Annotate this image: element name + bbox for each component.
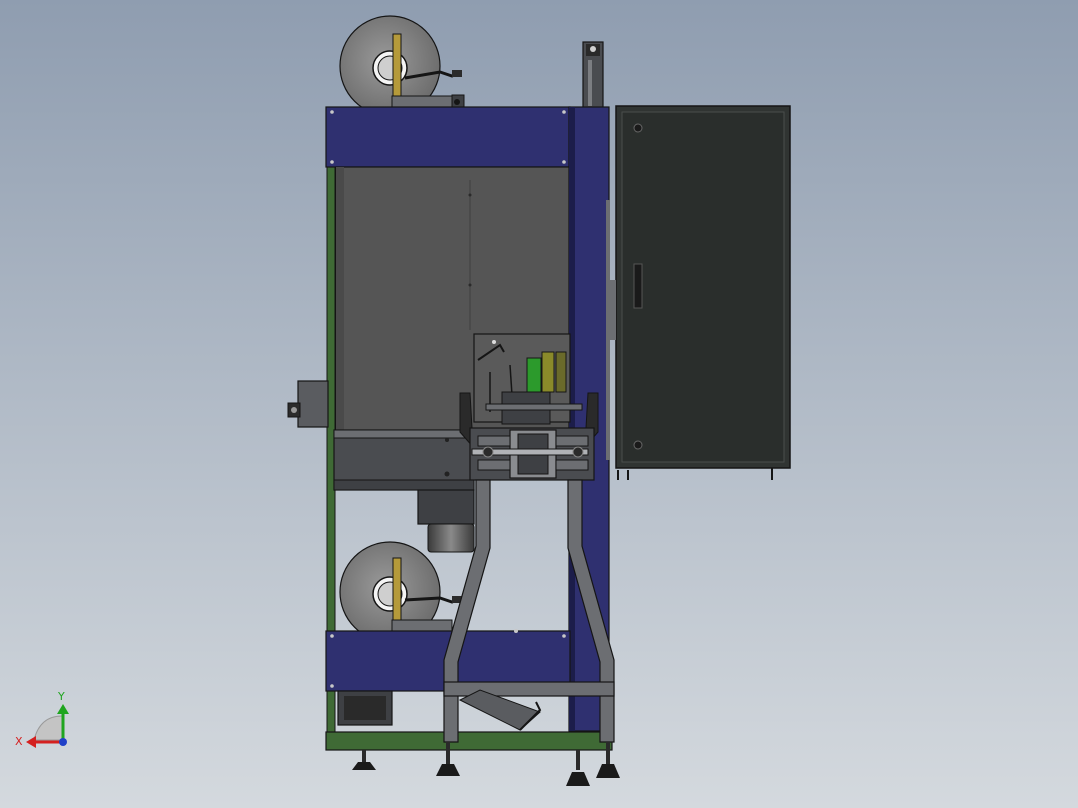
triad-y-label: Y (57, 690, 65, 703)
lower-motor-box (337, 690, 393, 726)
sealing-head (473, 333, 583, 425)
electrical-cabinet (610, 105, 791, 480)
top-navy-beam (325, 106, 571, 168)
cabinet-handle (633, 263, 643, 309)
triad-z-axis (59, 738, 67, 746)
roller-block (469, 427, 595, 481)
machine-drawing: Y X (0, 0, 1078, 808)
middle-beam (333, 429, 475, 491)
vertical-cylinder (582, 41, 604, 109)
cad-viewport[interactable]: Y X (0, 0, 1078, 808)
triad-x-label: X (15, 735, 23, 748)
